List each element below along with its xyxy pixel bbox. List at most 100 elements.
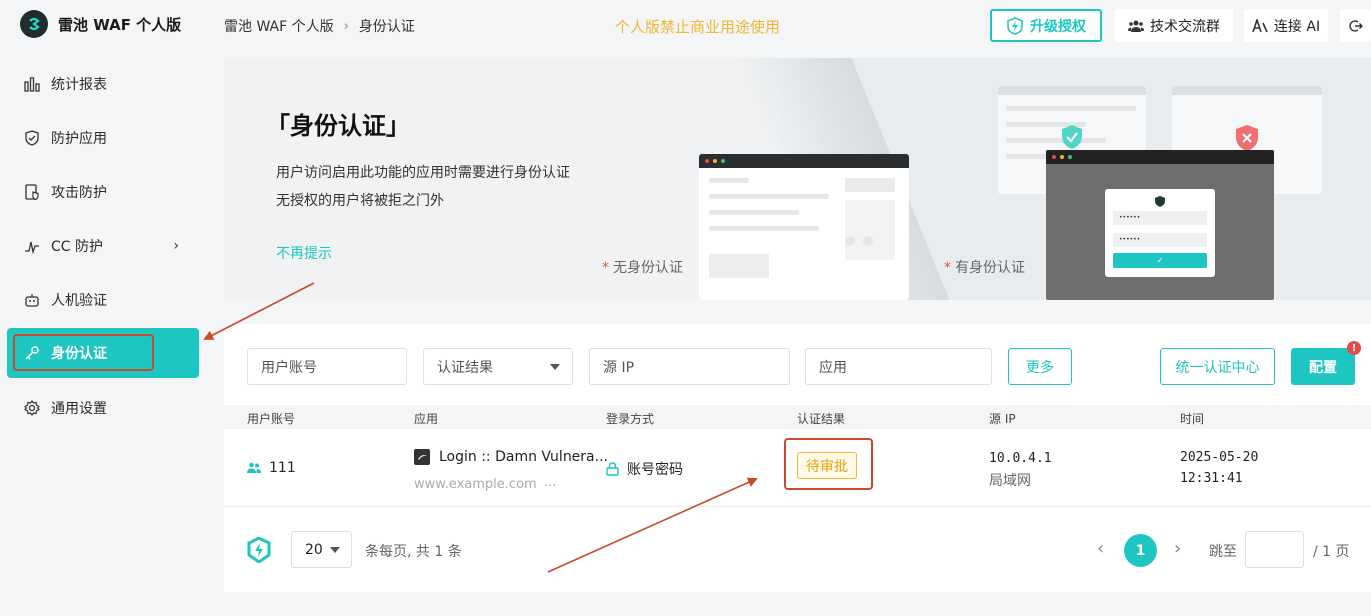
account-cell: 111 — [247, 460, 296, 476]
time-value: 12:31:41 — [1180, 471, 1243, 486]
chevron-right-icon: › — [343, 18, 349, 34]
app-logo[interactable]: 雷池 WAF 个人版 — [20, 10, 181, 38]
goto-label: 跳至 — [1209, 544, 1237, 560]
more-button[interactable]: 更多 — [1008, 348, 1072, 385]
check-shield-icon — [1062, 125, 1082, 149]
deny-shield-icon — [1236, 125, 1258, 151]
feature-banner: 「身份认证」 用户访问启用此功能的应用时需要进行身份认证 无授权的用户将被拒之门… — [224, 58, 1371, 300]
upgrade-label: 升级授权 — [1030, 18, 1086, 35]
caption-marker: * — [944, 260, 951, 276]
app-filter-input[interactable]: 应用 — [805, 348, 992, 385]
caret-down-icon — [550, 364, 560, 370]
breadcrumb-current: 身份认证 — [358, 19, 415, 35]
bar-chart-icon — [23, 75, 41, 93]
logout-button[interactable] — [1340, 9, 1371, 42]
caption-without-auth: * 无身份认证 — [602, 257, 683, 277]
pulse-icon — [23, 237, 41, 255]
mock-password-field: •••••• — [1113, 211, 1207, 225]
sidebar-item-attack-protection[interactable]: 攻击防护 — [7, 167, 199, 217]
breadcrumb: 雷池 WAF 个人版 › 身份认证 — [224, 16, 415, 36]
account-filter-input[interactable]: 用户账号 — [247, 348, 407, 385]
page-size-select[interactable]: 20 — [291, 531, 352, 568]
table-header: 用户账号 应用 登录方式 认证结果 源 IP 时间 — [224, 405, 1371, 429]
license-notice: 个人版禁止商业用途使用 — [615, 18, 781, 36]
login-method-cell: 账号密码 — [606, 459, 683, 479]
breadcrumb-home[interactable]: 雷池 WAF 个人版 — [224, 16, 334, 36]
date-value: 2025-05-20 — [1180, 450, 1259, 465]
column-header: 时间 — [1180, 412, 1205, 426]
sidebar-item-label: 防护应用 — [51, 131, 107, 147]
caption-text: 有身份认证 — [955, 260, 1025, 276]
sidebar-item-settings[interactable]: 通用设置 — [7, 383, 199, 433]
sidebar-item-label: 攻击防护 — [51, 185, 107, 201]
lightning-shield-icon — [1007, 16, 1023, 35]
illustration-no-auth — [699, 154, 909, 300]
prev-page-button[interactable]: ‹ — [1097, 538, 1104, 559]
sso-center-button[interactable]: 统一认证中心 — [1160, 348, 1275, 385]
robot-icon — [23, 291, 41, 309]
login-method-value: 账号密码 — [627, 462, 683, 478]
sidebar-item-label: 通用设置 — [51, 401, 107, 417]
sidebar-item-statistics[interactable]: 统计报表 — [7, 59, 199, 109]
app-name: 雷池 WAF 个人版 — [58, 15, 182, 34]
illustration-login-window: •••••• •••••• ✓ — [1046, 150, 1274, 300]
app-cell: Login :: Damn Vulnera... — [414, 449, 608, 465]
input-placeholder: 用户账号 — [261, 359, 317, 376]
dismiss-link[interactable]: 不再提示 — [276, 243, 332, 263]
select-label: 认证结果 — [437, 359, 493, 376]
banner-desc-line: 无授权的用户将被拒之门外 — [276, 193, 444, 209]
app-favicon-icon — [414, 449, 430, 465]
column-header: 应用 — [414, 412, 439, 426]
small-shield-icon — [1155, 196, 1165, 207]
app-name[interactable]: Login :: Damn Vulnera... — [439, 449, 608, 465]
highlight-box — [13, 334, 154, 371]
caption-text: 无身份认证 — [613, 260, 683, 276]
sidebar-item-captcha[interactable]: 人机验证 — [7, 275, 199, 325]
upgrade-button[interactable]: 升级授权 — [990, 9, 1102, 42]
logo-icon — [20, 10, 48, 38]
user-group-icon — [247, 462, 261, 473]
caret-down-icon — [330, 547, 340, 553]
ai-label: 连接 AI — [1273, 18, 1321, 35]
ai-icon — [1252, 18, 1268, 32]
source-ip-filter-input[interactable]: 源 IP — [589, 348, 790, 385]
group-label: 技术交流群 — [1150, 18, 1220, 35]
network-type: 局域网 — [989, 473, 1031, 489]
sidebar-item-label: 人机验证 — [51, 293, 107, 309]
highlight-box — [784, 438, 873, 490]
column-header: 登录方式 — [606, 412, 655, 426]
connect-ai-button[interactable]: 连接 AI — [1244, 9, 1328, 42]
logout-icon — [1348, 19, 1363, 32]
shield-icon — [23, 129, 41, 147]
mock-password-field: •••••• — [1113, 233, 1207, 247]
caption-marker: * — [602, 260, 609, 276]
config-button[interactable]: 配置 ! — [1291, 341, 1361, 385]
alert-badge: ! — [1347, 341, 1361, 355]
sidebar-item-label: 统计报表 — [51, 77, 107, 93]
sidebar: 雷池 WAF 个人版 统计报表 防护应用 攻击防护 CC 防护 › 人机验证 身… — [0, 0, 207, 616]
page-size-value: 20 — [305, 541, 323, 558]
config-label: 配置 — [1309, 359, 1337, 376]
lock-icon — [606, 462, 619, 476]
auth-records-card: 用户账号 认证结果 源 IP 应用 更多 统一认证中心 配置 ! 用户账号 应用… — [224, 324, 1371, 592]
banner-desc-line: 用户访问启用此功能的应用时需要进行身份认证 — [276, 165, 570, 181]
sidebar-item-protected-apps[interactable]: 防护应用 — [7, 113, 199, 163]
result-filter-select[interactable]: 认证结果 — [423, 348, 573, 385]
banner-description: 用户访问启用此功能的应用时需要进行身份认证 无授权的用户将被拒之门外 — [276, 159, 570, 215]
caption-with-auth: * 有身份认证 — [944, 257, 1025, 277]
tech-group-button[interactable]: 技术交流群 — [1115, 9, 1233, 42]
mock-submit-button: ✓ — [1113, 253, 1207, 268]
next-page-button[interactable]: › — [1174, 538, 1181, 559]
app-domain: www.example.com — [414, 477, 537, 492]
chevron-right-icon: › — [173, 238, 179, 254]
goto-page-input[interactable] — [1245, 531, 1304, 568]
column-header: 用户账号 — [247, 412, 296, 426]
gear-icon — [23, 399, 41, 417]
sidebar-item-cc-protection[interactable]: CC 防护 › — [7, 221, 199, 271]
total-pages: / 1 页 — [1313, 544, 1350, 560]
page-number-current[interactable]: 1 — [1124, 534, 1157, 567]
sidebar-item-label: CC 防护 — [51, 239, 104, 255]
app-more-ellipsis[interactable]: ... — [544, 475, 556, 490]
illustration-login-dialog: •••••• •••••• ✓ — [1105, 189, 1215, 277]
pagination-summary: 条每页, 共 1 条 — [365, 544, 462, 560]
